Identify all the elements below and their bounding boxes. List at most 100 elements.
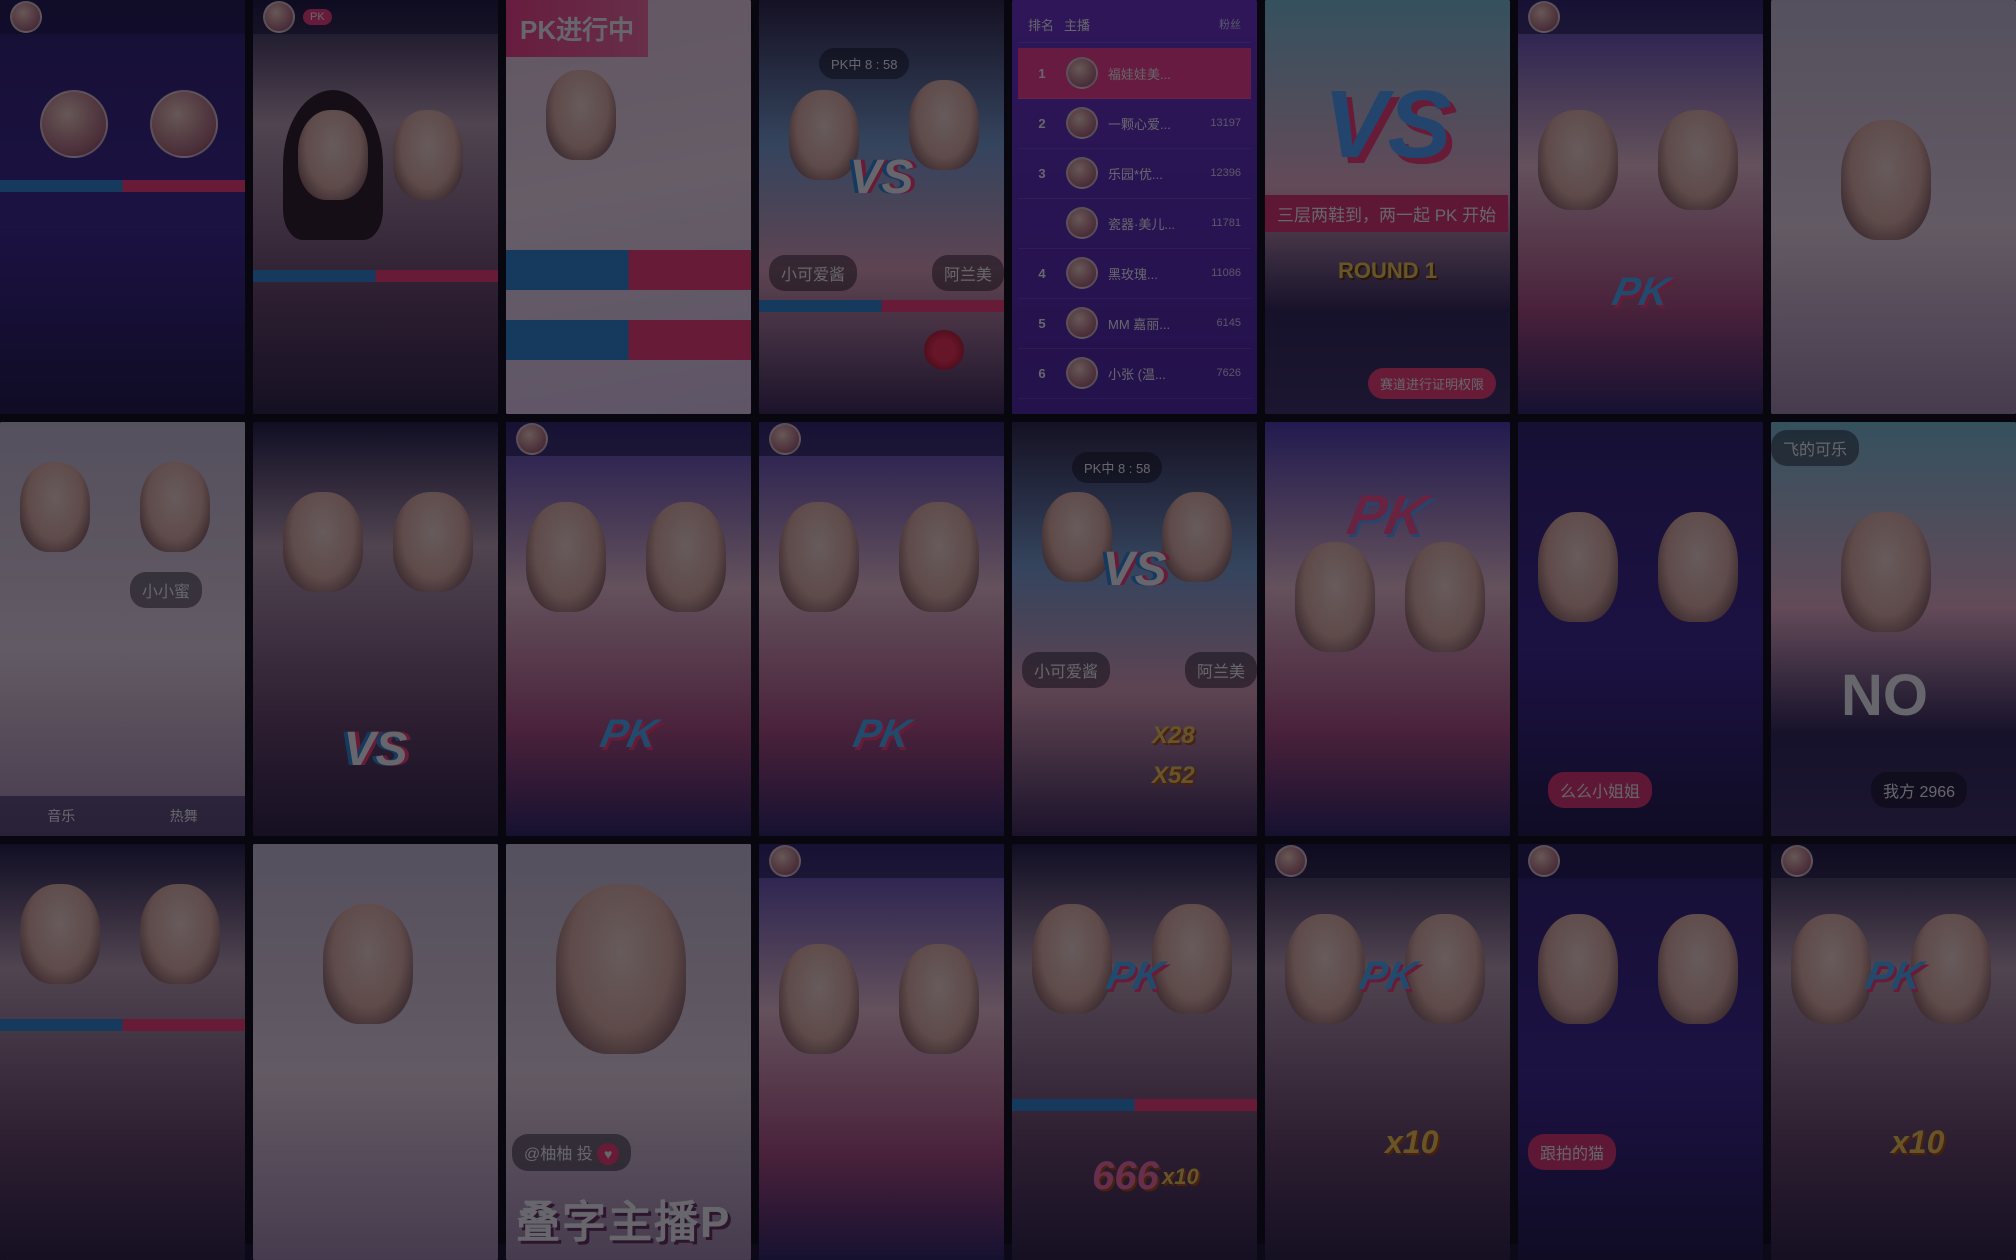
host-name: 跟拍的猫 [1528, 1134, 1617, 1170]
tile-rank-live[interactable] [0, 0, 245, 414]
face [140, 884, 220, 984]
ranking-row[interactable]: 4 黑玫瑰... 11086 [1018, 248, 1251, 299]
face [1658, 914, 1738, 1024]
face [1405, 542, 1485, 652]
face [1285, 914, 1365, 1024]
rank-score: 11781 [1211, 217, 1241, 229]
face [1538, 914, 1618, 1024]
face [20, 884, 100, 984]
avatar[interactable] [1528, 1, 1560, 33]
ranking-row[interactable]: 1 福娃娃美... [1018, 48, 1251, 99]
tile-multi-cam[interactable] [759, 844, 1004, 1260]
rank-score: 6145 [1216, 317, 1241, 329]
status-badge: PK [303, 9, 332, 25]
tile-night-host[interactable]: 飞的可乐 NO 我方 2966 [1771, 422, 2016, 836]
top-bar: PK [253, 0, 498, 34]
avatar[interactable] [516, 423, 548, 455]
pk-logo: PK [1355, 954, 1421, 998]
rank-num: 4 [1038, 265, 1046, 281]
avatar[interactable] [263, 1, 295, 33]
face [546, 70, 616, 160]
gift-multiplier: X52 [1152, 762, 1195, 789]
avatar[interactable] [1781, 845, 1813, 877]
host-name: 一颗心爱... [1108, 116, 1171, 132]
host-name: 小小蜜 [130, 572, 203, 608]
ranking-row[interactable]: 2 一颗心爱... 13197 [1018, 98, 1251, 149]
face [1791, 914, 1871, 1024]
pk-progress [253, 270, 498, 282]
avatar[interactable] [10, 1, 42, 33]
host-name: 小张 (温... [1108, 366, 1166, 382]
pk-progress [759, 300, 1004, 312]
tile-pk-split[interactable]: PK [506, 422, 751, 836]
face [526, 502, 606, 612]
ranking-row[interactable]: 5 MM 嘉丽... 6145 [1018, 298, 1251, 349]
host-name-left: 小可爱酱 [769, 255, 858, 291]
host-handle-text: @柚柚 投 [524, 1146, 593, 1163]
face [899, 502, 979, 612]
rank-score: 7626 [1216, 367, 1241, 379]
pk-progress [0, 1019, 245, 1031]
tile-vs-battle[interactable]: PK中 8 : 58 VS 小可爱酱 阿兰美 [759, 0, 1004, 414]
tile-closeup[interactable]: @柚柚 投 ♥ 叠字主播P [506, 844, 751, 1260]
pk-logo: PK [849, 712, 915, 756]
top-bar [1265, 844, 1510, 878]
host-handle: @柚柚 投 ♥ [512, 1134, 632, 1171]
face [1538, 512, 1618, 622]
ranking-row[interactable]: 3 乐园*优... 12396 [1018, 148, 1251, 199]
host-avatar-left[interactable] [40, 90, 108, 158]
cta-button[interactable]: 赛道进行证明权限 [1367, 368, 1496, 399]
face [556, 884, 686, 1054]
tile-pk-cam[interactable]: PK [1518, 0, 1763, 414]
top-bar [1771, 844, 2016, 878]
face [779, 944, 859, 1054]
avatar[interactable] [1275, 845, 1307, 877]
header-rank: 排名 [1028, 17, 1055, 33]
shirt-text: NO [1841, 663, 1928, 728]
tile-crown-duo[interactable]: 么么小姐姐 [1518, 422, 1763, 836]
face [1162, 492, 1232, 582]
tile-pk-chat[interactable]: 跟拍的猫 [1518, 844, 1763, 1260]
vs-logo: VS [1102, 543, 1167, 596]
ranking-row[interactable]: 6 小张 (温... 7626 [1018, 348, 1251, 399]
nav-dance[interactable]: 热舞 [170, 806, 198, 826]
host-avatar-right[interactable] [150, 90, 218, 158]
vs-logo: VS [849, 151, 914, 204]
tile-pk-split[interactable]: PK [759, 422, 1004, 836]
pk-logo: PK [1861, 954, 1927, 998]
tile-pk-pink[interactable]: PK [1265, 422, 1510, 836]
tile-vs-gifts[interactable]: PK中 8 : 58 VS 小可爱酱 阿兰美 X28 X52 [1012, 422, 1257, 836]
ranking-header: 排名 主播 粉丝 [1018, 6, 1251, 43]
category-nav: 音乐 热舞 [0, 796, 245, 836]
tile-pk-list[interactable]: PK进行中 [506, 0, 751, 414]
pk-banner [506, 250, 751, 290]
nav-music[interactable]: 音乐 [47, 806, 75, 826]
tile-discover-grid[interactable]: 小小蜜 音乐 热舞 [0, 422, 245, 836]
tile-pk-x10[interactable]: PK x10 [1265, 844, 1510, 1260]
page-title: PK进行中 [506, 0, 649, 57]
ranking-row[interactable]: 瓷器·美儿... 11781 [1018, 198, 1251, 249]
tile-solo-portrait[interactable] [253, 844, 498, 1260]
avatar[interactable] [1528, 845, 1560, 877]
top-bar [759, 844, 1004, 878]
tile-pk-x10-alt[interactable]: PK x10 [1771, 844, 2016, 1260]
tile-chat-duo[interactable] [0, 844, 245, 1260]
pk-timer: PK中 8 : 58 [1072, 452, 1163, 483]
tile-pk-duo[interactable]: PK [253, 0, 498, 414]
host-name: 黑玫瑰... [1108, 266, 1158, 282]
tile-ranking[interactable]: 排名 主播 粉丝 1 福娃娃美... 2 一颗心爱... 13197 3 乐园*… [1012, 0, 1257, 414]
overlay [1771, 844, 2016, 1260]
overlay [759, 422, 1004, 836]
face [1032, 904, 1112, 1014]
host-name-left: 小可爱酱 [1022, 652, 1111, 688]
avatar[interactable] [769, 845, 801, 877]
avatar[interactable] [769, 423, 801, 455]
avatar [1066, 157, 1098, 189]
tile-pk-666[interactable]: PK 666 x10 [1012, 844, 1257, 1260]
round-banner: 三层两鞋到，两一起 PK 开始 [1265, 195, 1509, 232]
tile-single-host[interactable] [1771, 0, 2016, 414]
tile-vs-round[interactable]: VS 三层两鞋到，两一起 PK 开始 ROUND 1 赛道进行证明权限 [1265, 0, 1510, 414]
gift-multiplier: x10 [1891, 1124, 1945, 1160]
heart-icon[interactable]: ♥ [597, 1143, 620, 1165]
tile-vs-duo[interactable]: VS [253, 422, 498, 836]
